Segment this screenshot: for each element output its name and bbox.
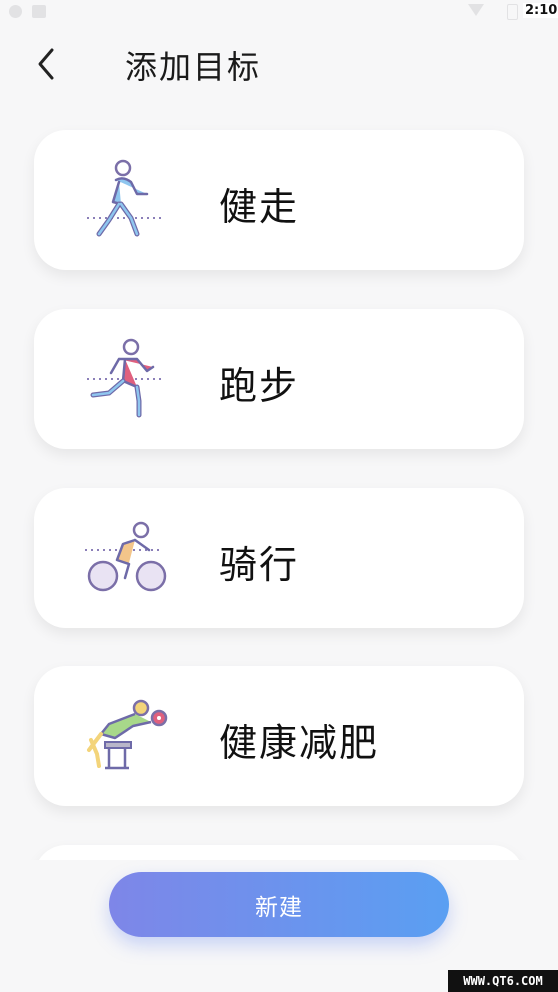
weight-training-icon <box>87 699 168 770</box>
walking-person-icon <box>87 159 161 237</box>
goal-card-running[interactable]: 跑步 <box>34 309 524 449</box>
goal-card-weight-loss[interactable]: 健康减肥 <box>34 666 524 806</box>
goal-card-cycling[interactable]: 骑行 <box>34 488 524 628</box>
goal-card-walking[interactable]: 健走 <box>34 130 524 270</box>
goal-card-partial[interactable] <box>34 845 524 860</box>
goal-label: 健康减肥 <box>219 721 380 765</box>
new-goal-button[interactable]: 新建 <box>109 872 449 937</box>
cycling-person-icon <box>85 521 167 592</box>
goal-list[interactable]: 健走 跑步 骑行 健康减肥 <box>0 0 558 860</box>
running-person-icon <box>87 338 161 418</box>
goal-label: 健走 <box>219 185 300 229</box>
goal-label: 跑步 <box>219 364 300 408</box>
watermark: WWW.QT6.COM <box>448 970 558 992</box>
goal-label: 骑行 <box>219 543 300 587</box>
